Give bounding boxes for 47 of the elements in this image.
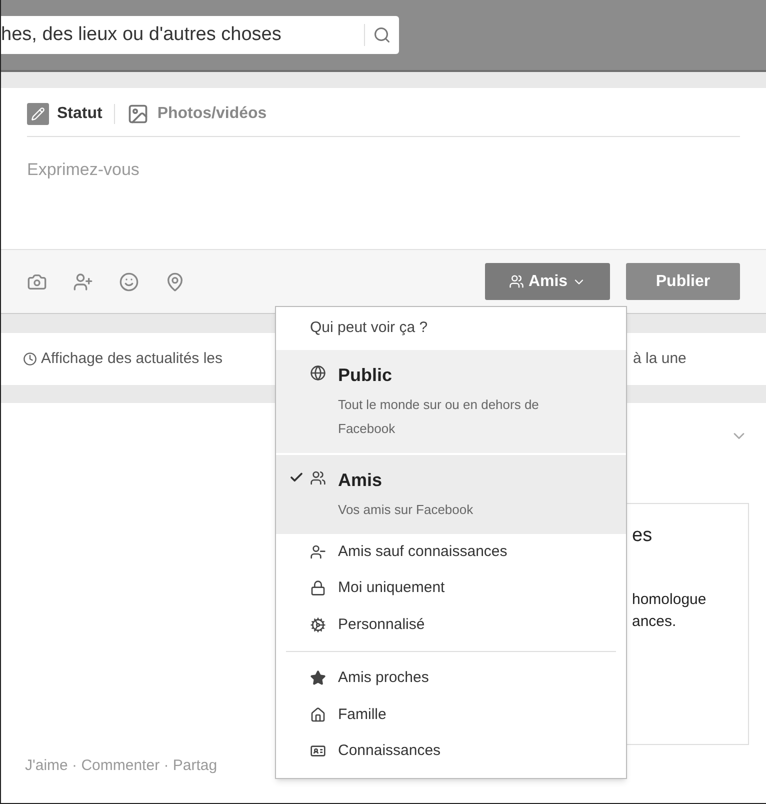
clock-icon xyxy=(23,352,37,366)
search-icon[interactable] xyxy=(373,26,391,44)
audience-option[interactable]: Famille xyxy=(276,696,626,733)
option-label: Personnalisé xyxy=(338,614,425,634)
search-text: hes, des lieux ou d'autres choses xyxy=(1,22,282,47)
status-input[interactable]: Exprimez-vous xyxy=(27,157,740,182)
card-text: ances. xyxy=(632,612,678,632)
gear-icon xyxy=(310,616,326,632)
card-text: es xyxy=(632,524,654,548)
friends-icon xyxy=(310,470,326,486)
audience-option[interactable]: Moi uniquement xyxy=(276,570,626,606)
audience-option[interactable]: Amis Vos amis sur Facebook xyxy=(276,452,626,534)
composer-tab[interactable]: Statut xyxy=(27,102,102,126)
option-label: Amis sauf connaissances xyxy=(338,542,508,562)
option-label: Moi uniquement xyxy=(338,578,445,598)
card-text: homologue xyxy=(632,590,708,610)
composer-tab[interactable]: Photos/vidéos xyxy=(127,102,267,126)
search-field[interactable]: hes, des lieux ou d'autres choses xyxy=(1,16,399,54)
tag-person-icon[interactable] xyxy=(73,272,93,292)
notice-text: à la une xyxy=(633,348,686,369)
id-card-icon xyxy=(310,743,326,759)
audience-option[interactable]: Connaissances xyxy=(276,733,626,770)
globe-icon xyxy=(310,364,326,380)
house-icon xyxy=(310,706,326,722)
notice-text: Affichage des actualités les xyxy=(41,348,223,369)
option-label: Connaissances xyxy=(338,741,441,761)
audience-option[interactable]: Amis sauf connaissances xyxy=(276,534,626,570)
option-description: Tout le monde sur ou en dehors de Facebook xyxy=(338,396,540,438)
friends-icon xyxy=(310,544,326,560)
option-label: Amis xyxy=(338,468,384,492)
menu-title: Qui peut voir ça ? xyxy=(309,318,429,338)
friends-icon xyxy=(509,274,524,289)
pencil-icon xyxy=(27,103,49,125)
smiley-icon[interactable] xyxy=(119,272,139,292)
location-pin-icon[interactable] xyxy=(165,272,185,292)
lock-icon xyxy=(310,580,326,596)
option-label: Famille xyxy=(338,704,386,724)
star-icon xyxy=(310,670,326,686)
audience-option[interactable]: Amis proches xyxy=(276,660,626,696)
option-label: Public xyxy=(338,364,394,386)
audience-option[interactable]: Public Tout le monde sur ou en dehors de Facebook xyxy=(276,350,626,452)
audience-button[interactable]: Amis xyxy=(485,263,610,300)
image-icon xyxy=(127,103,150,125)
audience-option[interactable]: Personnalisé xyxy=(276,606,626,643)
camera-icon[interactable] xyxy=(27,272,47,292)
option-description: Vos amis sur Facebook xyxy=(338,500,474,518)
option-label: Amis proches xyxy=(338,668,429,688)
